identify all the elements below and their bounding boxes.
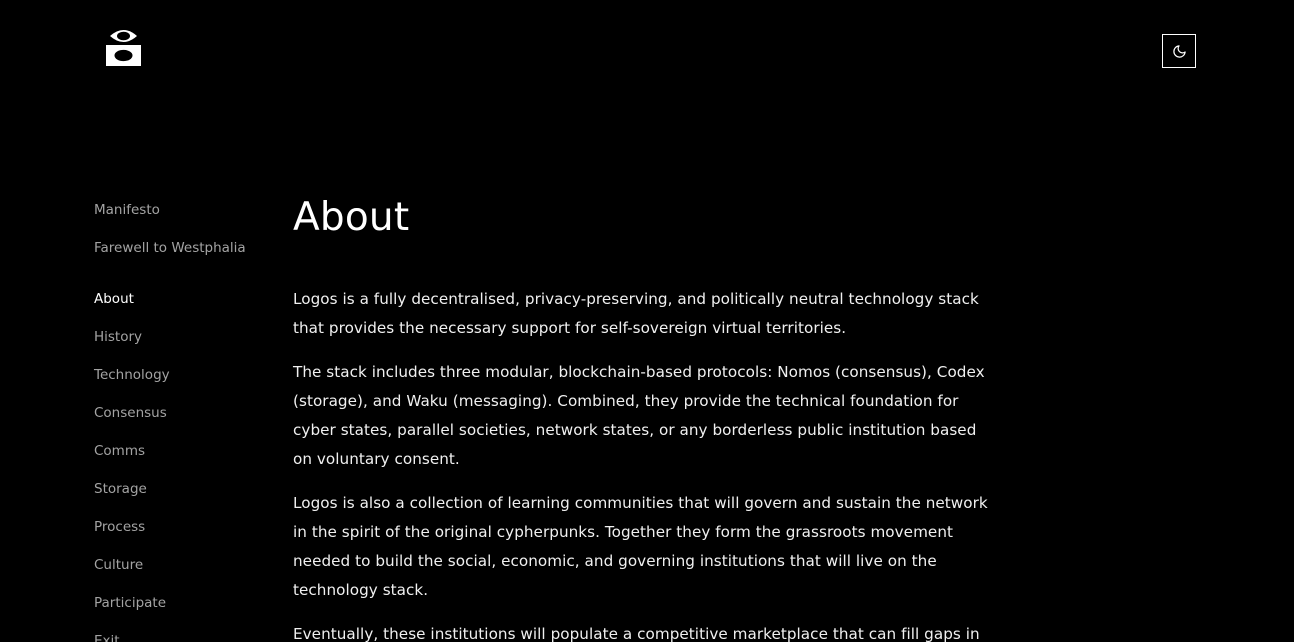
logos-eye-icon[interactable] xyxy=(106,27,141,66)
sidebar-item-process[interactable]: Process xyxy=(94,517,274,555)
sidebar-item-about[interactable]: About xyxy=(94,289,274,327)
sidebar-item-consensus[interactable]: Consensus xyxy=(94,403,274,441)
sidebar-item-history[interactable]: History xyxy=(94,327,274,365)
sidebar-top-group: Manifesto Farewell to Westphalia xyxy=(94,200,274,276)
sidebar-item-participate[interactable]: Participate xyxy=(94,593,274,631)
paragraph-communities: Logos is also a collection of learning c… xyxy=(293,494,988,599)
theme-toggle-button[interactable] xyxy=(1162,34,1196,68)
sidebar-item-farewell-to-westphalia[interactable]: Farewell to Westphalia xyxy=(94,238,274,276)
main-content: About Logos is a fully decentralised, pr… xyxy=(293,193,993,642)
moon-icon xyxy=(1172,44,1187,59)
page-title: About xyxy=(293,195,410,240)
sidebar-item-exit[interactable]: Exit xyxy=(94,631,274,642)
sidebar-item-technology[interactable]: Technology xyxy=(94,365,274,403)
paragraph-stack: The stack includes three modular, blockc… xyxy=(293,363,985,468)
paragraph-intro: Logos is a fully decentralised, privacy-… xyxy=(293,290,979,337)
paragraph-marketplace: Eventually, these institutions will popu… xyxy=(293,625,980,642)
sidebar-nav: Manifesto Farewell to Westphalia About H… xyxy=(94,200,274,642)
sidebar-item-manifesto[interactable]: Manifesto xyxy=(94,200,274,238)
sidebar-item-storage[interactable]: Storage xyxy=(94,479,274,517)
sidebar-item-comms[interactable]: Comms xyxy=(94,441,274,479)
sidebar-main-group: About History Technology Consensus Comms… xyxy=(94,289,274,642)
sidebar-item-culture[interactable]: Culture xyxy=(94,555,274,593)
